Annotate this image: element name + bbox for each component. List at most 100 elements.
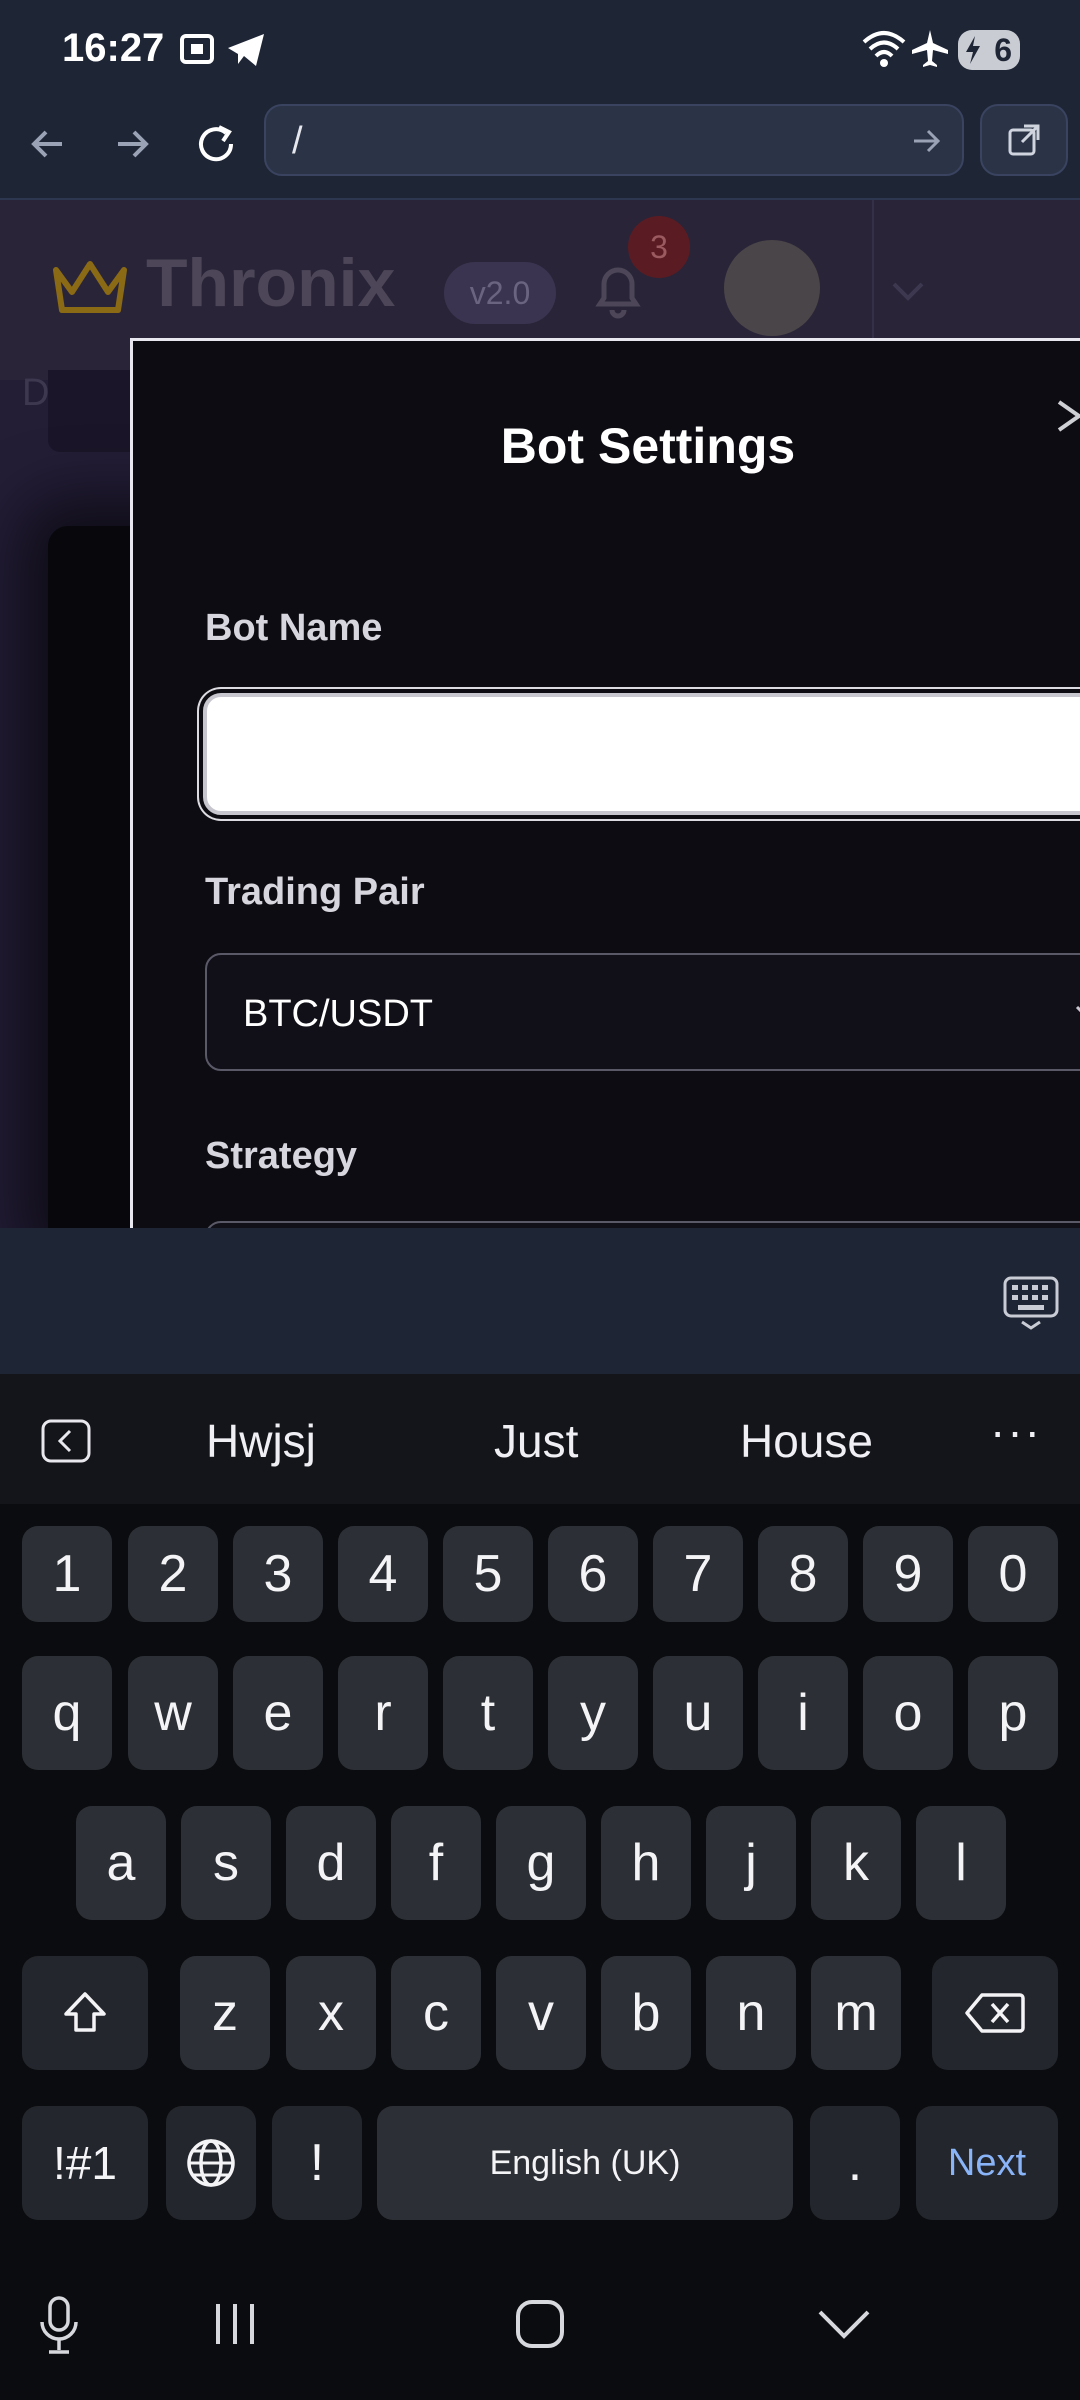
app-logo: Thronix bbox=[146, 245, 396, 321]
microphone-icon[interactable] bbox=[36, 2294, 82, 2356]
back-button[interactable] bbox=[20, 116, 76, 172]
open-external-button[interactable] bbox=[980, 104, 1068, 176]
keyboard: 1 2 3 4 5 6 7 8 9 0 q w e r t y u i o p … bbox=[0, 1504, 1080, 2244]
key-j[interactable]: j bbox=[706, 1806, 796, 1920]
key-p[interactable]: p bbox=[968, 1656, 1058, 1770]
status-bar: 16:27 6 bbox=[0, 0, 1080, 96]
key-m[interactable]: m bbox=[811, 1956, 901, 2070]
trading-pair-select[interactable]: BTC/USDT bbox=[205, 953, 1080, 1071]
reload-button[interactable] bbox=[188, 116, 244, 172]
bot-name-label: Bot Name bbox=[205, 607, 383, 649]
key-v[interactable]: v bbox=[496, 1956, 586, 2070]
key-x[interactable]: x bbox=[286, 1956, 376, 2070]
battery-indicator: 6 bbox=[958, 30, 1020, 70]
browser-toolbar: / bbox=[0, 96, 1080, 200]
key-5[interactable]: 5 bbox=[443, 1526, 533, 1622]
key-w[interactable]: w bbox=[128, 1656, 218, 1770]
hide-keyboard-chevron-icon[interactable] bbox=[816, 2306, 872, 2342]
key-3[interactable]: 3 bbox=[233, 1526, 323, 1622]
strategy-label: Strategy bbox=[205, 1135, 358, 1177]
keyboard-hide-icon[interactable] bbox=[1002, 1274, 1060, 1332]
key-q[interactable]: q bbox=[22, 1656, 112, 1770]
go-arrow-icon[interactable] bbox=[910, 124, 944, 158]
key-t[interactable]: t bbox=[443, 1656, 533, 1770]
wifi-icon bbox=[862, 28, 906, 73]
key-1[interactable]: 1 bbox=[22, 1526, 112, 1622]
exclamation-key[interactable]: ! bbox=[272, 2106, 362, 2220]
key-i[interactable]: i bbox=[758, 1656, 848, 1770]
key-0[interactable]: 0 bbox=[968, 1526, 1058, 1622]
external-link-icon bbox=[1008, 124, 1040, 156]
url-text: / bbox=[292, 120, 303, 162]
shift-icon bbox=[64, 1992, 106, 2032]
notification-count-badge: 3 bbox=[628, 216, 690, 278]
arrow-right-icon bbox=[118, 130, 149, 158]
collapse-icon[interactable] bbox=[40, 1418, 92, 1464]
url-bar[interactable]: / bbox=[264, 104, 964, 176]
close-button[interactable] bbox=[1055, 393, 1080, 447]
strategy-select[interactable] bbox=[205, 1221, 1080, 1228]
key-9[interactable]: 9 bbox=[863, 1526, 953, 1622]
key-e[interactable]: e bbox=[233, 1656, 323, 1770]
charging-icon bbox=[966, 36, 980, 64]
key-b[interactable]: b bbox=[601, 1956, 691, 2070]
key-c[interactable]: c bbox=[391, 1956, 481, 2070]
screenshot-icon bbox=[176, 28, 218, 75]
navigation-bar bbox=[0, 2244, 1080, 2400]
key-6[interactable]: 6 bbox=[548, 1526, 638, 1622]
trading-pair-label: Trading Pair bbox=[205, 871, 425, 913]
more-icon[interactable]: ··· bbox=[990, 1404, 1042, 1458]
suggestion-2[interactable]: Just bbox=[494, 1414, 578, 1468]
key-k[interactable]: k bbox=[811, 1806, 901, 1920]
key-s[interactable]: s bbox=[181, 1806, 271, 1920]
symbols-key[interactable]: !#1 bbox=[22, 2106, 148, 2220]
page-background: Thronix v2.0 3 Dashb Bot Settings Bot Na… bbox=[0, 200, 1080, 1228]
key-y[interactable]: y bbox=[548, 1656, 638, 1770]
battery-level: 6 bbox=[994, 32, 1012, 68]
key-d[interactable]: d bbox=[286, 1806, 376, 1920]
airplane-mode-icon bbox=[910, 28, 950, 73]
key-a[interactable]: a bbox=[76, 1806, 166, 1920]
home-icon[interactable] bbox=[514, 2298, 566, 2350]
key-2[interactable]: 2 bbox=[128, 1526, 218, 1622]
version-badge: v2.0 bbox=[444, 262, 556, 324]
key-8[interactable]: 8 bbox=[758, 1526, 848, 1622]
space-key[interactable]: English (UK) bbox=[377, 2106, 793, 2220]
key-u[interactable]: u bbox=[653, 1656, 743, 1770]
chevron-down-icon[interactable] bbox=[886, 268, 930, 312]
backspace-icon bbox=[965, 1993, 1025, 2033]
language-key[interactable] bbox=[166, 2106, 256, 2220]
arrow-left-icon bbox=[31, 130, 62, 158]
recent-apps-icon[interactable] bbox=[210, 2300, 260, 2348]
keyboard-toolbar bbox=[0, 1228, 1080, 1374]
globe-icon bbox=[187, 2139, 235, 2187]
backspace-key[interactable] bbox=[932, 1956, 1058, 2070]
trading-pair-value: BTC/USDT bbox=[243, 993, 433, 1035]
reload-icon bbox=[199, 125, 234, 162]
key-h[interactable]: h bbox=[601, 1806, 691, 1920]
suggestion-1[interactable]: Hwjsj bbox=[206, 1414, 316, 1468]
shift-key[interactable] bbox=[22, 1956, 148, 2070]
telegram-icon bbox=[224, 28, 268, 75]
bot-name-input[interactable] bbox=[203, 693, 1080, 815]
chevron-down-icon bbox=[1075, 1005, 1080, 1013]
avatar[interactable] bbox=[724, 240, 820, 336]
period-key[interactable]: . bbox=[810, 2106, 900, 2220]
status-time: 16:27 bbox=[62, 26, 165, 70]
crown-icon bbox=[53, 261, 127, 313]
key-n[interactable]: n bbox=[706, 1956, 796, 2070]
key-4[interactable]: 4 bbox=[338, 1526, 428, 1622]
close-icon bbox=[1057, 400, 1080, 432]
key-r[interactable]: r bbox=[338, 1656, 428, 1770]
next-key[interactable]: Next bbox=[916, 2106, 1058, 2220]
key-o[interactable]: o bbox=[863, 1656, 953, 1770]
key-l[interactable]: l bbox=[916, 1806, 1006, 1920]
key-7[interactable]: 7 bbox=[653, 1526, 743, 1622]
suggestion-3[interactable]: House bbox=[740, 1414, 873, 1468]
modal-title: Bot Settings bbox=[500, 418, 796, 474]
bot-settings-modal: Bot Settings Bot Name Trading Pair BTC/U… bbox=[130, 338, 1080, 1228]
key-f[interactable]: f bbox=[391, 1806, 481, 1920]
forward-button[interactable] bbox=[104, 116, 160, 172]
key-g[interactable]: g bbox=[496, 1806, 586, 1920]
key-z[interactable]: z bbox=[180, 1956, 270, 2070]
